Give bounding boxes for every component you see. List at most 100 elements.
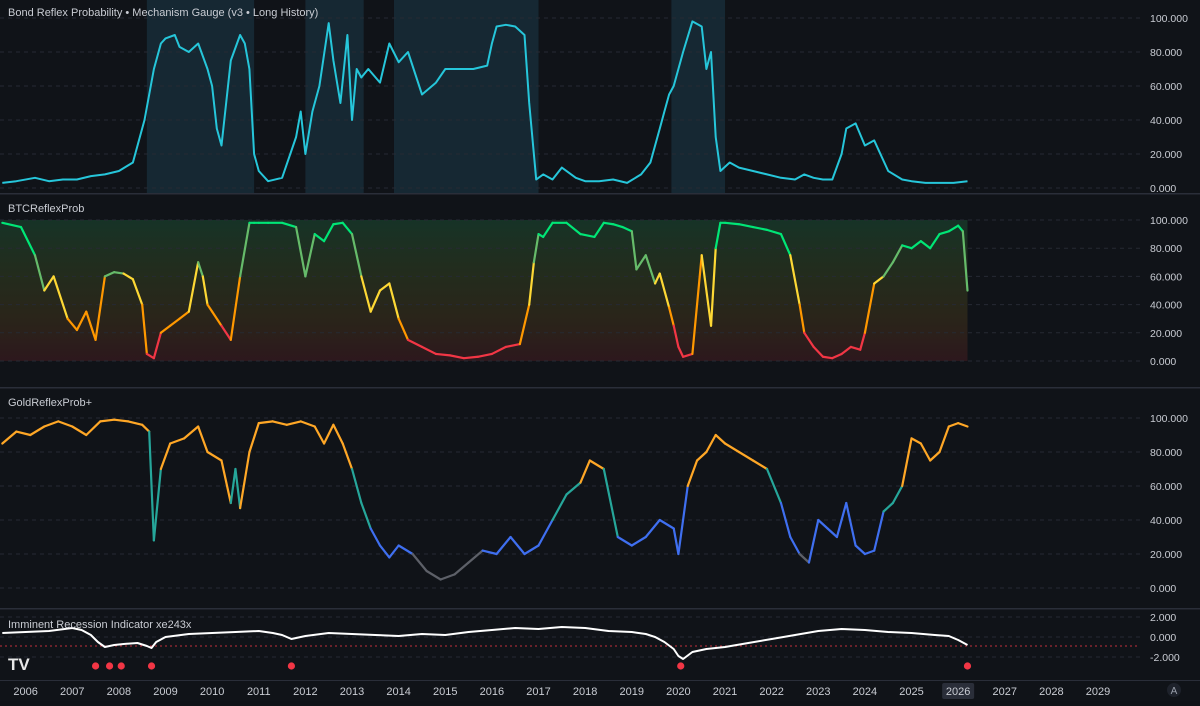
x-tick-label: 2013 (340, 686, 364, 698)
signal-marker (147, 662, 156, 670)
series-segment (159, 442, 172, 471)
series-segment (551, 493, 568, 522)
series-segment (616, 535, 633, 547)
series-segment (99, 418, 116, 423)
y-tick-label: 100.000 (1150, 413, 1188, 425)
gold-reflex-pane: 100.000 80.000 60.000 40.000 20.000 0.000 (0, 413, 1188, 595)
series-segment (947, 422, 960, 428)
series-segment (434, 352, 452, 357)
x-tick-label: 2028 (1039, 686, 1063, 698)
series-segment (677, 484, 689, 556)
signal-marker (105, 662, 114, 670)
signal-marker (91, 662, 100, 670)
x-tick-label: 2017 (526, 686, 550, 698)
series-segment (183, 425, 200, 440)
series-segment (509, 535, 526, 556)
x-tick-label: 2008 (107, 686, 131, 698)
series-segment (901, 437, 913, 488)
series-segment (453, 561, 470, 576)
series-segment (695, 450, 708, 462)
auto-scale-button[interactable]: A (1167, 683, 1181, 697)
series-segment (152, 467, 162, 542)
x-tick-label: 2009 (153, 686, 177, 698)
series-segment (257, 420, 274, 425)
series-segment (113, 271, 125, 275)
series-segment (821, 355, 834, 360)
series-segment (938, 425, 950, 454)
series-segment (891, 484, 904, 505)
series-segment (220, 459, 232, 505)
pane-separator[interactable] (0, 387, 1200, 389)
series-segment (169, 437, 186, 445)
series-segment (579, 459, 591, 484)
multi-pane-chart[interactable]: 100.000 80.000 60.000 40.000 20.000 0.000 100… (0, 0, 1200, 701)
series-segment (723, 442, 741, 454)
series-segment (285, 420, 302, 426)
y-tick-label: 0.000 (1150, 632, 1176, 644)
series-segment (565, 481, 582, 496)
chart-workspace: 100.000 80.000 60.000 40.000 20.000 0.000 100… (0, 0, 1200, 701)
pane-title-gold: GoldReflexProb+ (8, 397, 92, 409)
series-segment (495, 535, 512, 556)
series-segment (15, 430, 32, 437)
x-tick-label: 2012 (293, 686, 317, 698)
time-axis-divider (0, 680, 1200, 681)
series-segment (723, 221, 741, 226)
series-segment (248, 422, 260, 454)
series-segment (523, 544, 540, 556)
series-segment (789, 535, 801, 556)
series-segment (313, 425, 326, 445)
y-tick-label: 40.000 (1150, 515, 1182, 527)
signal-marker (287, 662, 296, 670)
series-segment (43, 420, 60, 428)
bond-reflex-pane: 100.00080.00060.00040.00020.0000.000 (0, 0, 1188, 195)
series-segment (779, 501, 792, 539)
y-tick-label: 20.000 (1150, 549, 1182, 561)
y-tick-label: 60.000 (1150, 81, 1182, 93)
x-tick-label: 2011 (247, 686, 271, 698)
btc-reflex-pane: 100.000 80.000 60.000 40.000 20.000 0.000 (0, 215, 1188, 368)
x-tick-label: 2023 (806, 686, 830, 698)
pane-title-bond: Bond Reflex Probability • Mechanism Gaug… (8, 7, 318, 19)
series-segment (411, 552, 428, 573)
pane-title-recession: Imminent Recession Indicator xe243x (8, 619, 192, 631)
x-tick-label: 2024 (853, 686, 877, 698)
series-segment (1, 430, 18, 445)
time-axis[interactable]: 2006 2007 2008 2009 2010 2011 2012 2013 2014 2015… (13, 683, 1110, 699)
series-segment (85, 420, 102, 437)
series-segment (425, 569, 442, 581)
series-segment (854, 544, 867, 556)
pane-separator[interactable] (0, 193, 1200, 195)
series-segment (826, 527, 839, 539)
series-segment (234, 467, 242, 510)
x-tick-label: 2022 (759, 686, 783, 698)
series-segment (332, 221, 344, 226)
series-segment (537, 518, 554, 547)
regime-band (671, 0, 726, 193)
x-tick-label: 2019 (620, 686, 644, 698)
series-segment (71, 425, 88, 437)
series-segment (360, 501, 372, 530)
series-segment (630, 535, 647, 547)
series-segment (439, 573, 456, 581)
series-segment (817, 518, 829, 530)
series-segment (910, 437, 922, 445)
series-segment (798, 552, 811, 564)
series-segment (239, 450, 251, 510)
y-tick-label: 80.000 (1150, 47, 1182, 59)
series-segment (197, 425, 209, 454)
series-segment (751, 459, 769, 471)
x-tick-label: 2018 (573, 686, 597, 698)
series-segment (271, 420, 288, 426)
series-segment (113, 418, 130, 423)
series-segment (341, 442, 354, 471)
auto-scale-label: A (1171, 686, 1178, 697)
tradingview-logo[interactable]: TV (8, 655, 30, 674)
x-tick-label: 2026 (946, 686, 970, 698)
series-segment (863, 549, 876, 556)
regime-band (146, 0, 255, 193)
series-segment (206, 450, 223, 462)
pane-separator[interactable] (0, 608, 1200, 610)
series-segment (737, 450, 755, 462)
x-tick-label: 2006 (13, 686, 37, 698)
